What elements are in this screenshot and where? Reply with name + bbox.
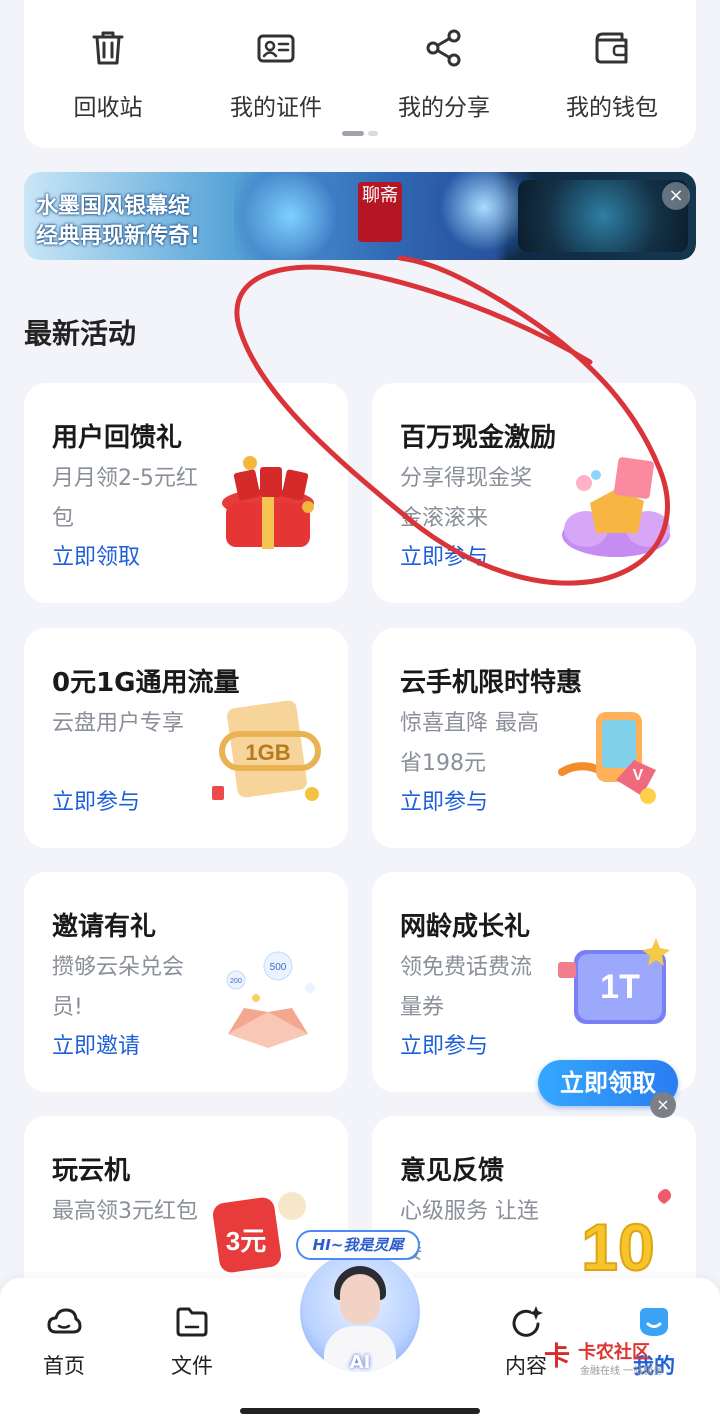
- profile-icon: [640, 1308, 668, 1336]
- trash-icon: [92, 31, 124, 65]
- nav-label: 文件: [171, 1354, 213, 1378]
- data-voucher-icon: 1GB: [212, 700, 321, 801]
- ten-label: 10: [581, 1210, 654, 1284]
- activity-title: 云手机限时特惠: [400, 668, 583, 698]
- banner-text-line2: 经典再现新传奇!: [36, 224, 201, 249]
- activity-cta-link[interactable]: 立即领取: [52, 539, 140, 571]
- activity-desc: 攒够云朵兑会员!: [52, 955, 185, 1020]
- activity-title: 0元1G通用流量: [52, 668, 240, 698]
- section-title: 最新活动: [24, 317, 137, 350]
- nav-label: 首页: [43, 1354, 85, 1378]
- activity-card-free-data[interactable]: 0元1G通用流量 云盘用户专享 立即参与 1GB: [24, 628, 348, 848]
- cloud-phone-icon: V: [558, 712, 656, 804]
- activity-title: 用户回馈礼: [52, 423, 183, 453]
- activity-title: 百万现金激励: [400, 423, 557, 453]
- activity-cta-link[interactable]: 立即邀请: [52, 1028, 140, 1060]
- activity-desc: 惊喜直降 最高省198元: [400, 711, 539, 776]
- activity-desc: 心级服务 让连接: [400, 1199, 539, 1264]
- activity-title: 网龄成长礼: [400, 912, 531, 942]
- quick-actions-card: 回收站 我的证件 我的分享 我的钱包: [24, 0, 696, 148]
- ai-greeting-bubble[interactable]: HI~我是灵犀: [296, 1230, 420, 1260]
- activity-card-network-age[interactable]: 网龄成长礼 领免费话费流量券 立即参与 1T: [372, 872, 696, 1092]
- activity-title: 玩云机: [52, 1156, 131, 1186]
- activity-desc: 云盘用户专享: [52, 711, 185, 736]
- banner-artwork: [234, 172, 374, 260]
- coin-200-label: 200: [230, 978, 242, 985]
- id-card-icon: [257, 34, 295, 63]
- banner-seal: 聊斋: [358, 182, 402, 242]
- three-yuan-label: 3元: [226, 1226, 266, 1256]
- activity-desc: 分享得现金奖金滚滚来: [400, 466, 533, 531]
- watermark-title: 卡农社区: [578, 1342, 650, 1363]
- activity-cta-link[interactable]: 立即参与: [400, 539, 488, 571]
- activity-cta-link[interactable]: 立即参与: [400, 1028, 488, 1060]
- banner-close-icon[interactable]: ×: [662, 182, 690, 210]
- watermark-logo-icon: 卡: [544, 1342, 571, 1372]
- folder-icon: [176, 1307, 208, 1337]
- coin-500-label: 500: [270, 962, 287, 973]
- sparkle-refresh-icon: [512, 1306, 543, 1337]
- quick-action-label: 我的钱包: [566, 95, 658, 121]
- watermark-subtitle: 金融在线 一站服务: [580, 1366, 664, 1377]
- forum-watermark: 卡 卡农社区 金融在线 一站服务: [544, 1336, 664, 1382]
- invite-gift-icon: 500 200: [226, 951, 315, 1048]
- wallet-icon: [595, 32, 628, 64]
- quick-action-label: 我的证件: [230, 95, 322, 121]
- promo-banner[interactable]: 水墨国风银幕绽 经典再现新传奇! 聊斋 ×: [24, 172, 696, 260]
- gb-label: 1GB: [245, 740, 290, 765]
- ai-assistant-label: AI: [349, 1352, 371, 1373]
- activity-card-user-reward[interactable]: 用户回馈礼 月月领2-5元红包 立即领取: [24, 383, 348, 603]
- svg-text:V: V: [633, 767, 644, 784]
- banner-text-line1: 水墨国风银幕绽: [36, 194, 191, 219]
- activity-card-cash-incentive[interactable]: 百万现金激励 分享得现金奖金滚滚来 立即参与: [372, 383, 696, 603]
- quick-action-label: 我的分享: [398, 95, 490, 121]
- activity-card-invite[interactable]: 邀请有礼 攒够云朵兑会员! 立即邀请 500 200: [24, 872, 348, 1092]
- carousel-indicator: [342, 131, 378, 136]
- share-icon: [426, 29, 461, 67]
- activity-title: 邀请有礼: [52, 912, 157, 942]
- activity-card-cloud-phone-offer[interactable]: 云手机限时特惠 惊喜直降 最高省198元 立即参与 V: [372, 628, 696, 848]
- activity-desc: 月月领2-5元红包: [52, 466, 198, 531]
- home-indicator: [240, 1408, 480, 1414]
- red-gift-box-icon: [222, 456, 314, 549]
- storage-1t-icon: 1T: [558, 938, 670, 1024]
- cloud-icon: [47, 1308, 82, 1334]
- activity-desc: 最高领3元红包: [52, 1199, 198, 1224]
- gift-cloud-icon: [562, 457, 670, 557]
- quick-action-label: 回收站: [73, 95, 143, 121]
- activity-cta-link[interactable]: 立即参与: [400, 784, 488, 816]
- floating-close-icon[interactable]: ×: [650, 1092, 676, 1118]
- activity-cta-link[interactable]: 立即参与: [52, 784, 140, 816]
- tt-label: 1T: [600, 968, 640, 1006]
- activity-desc: 领免费话费流量券: [400, 955, 533, 1020]
- activity-title: 意见反馈: [400, 1156, 505, 1186]
